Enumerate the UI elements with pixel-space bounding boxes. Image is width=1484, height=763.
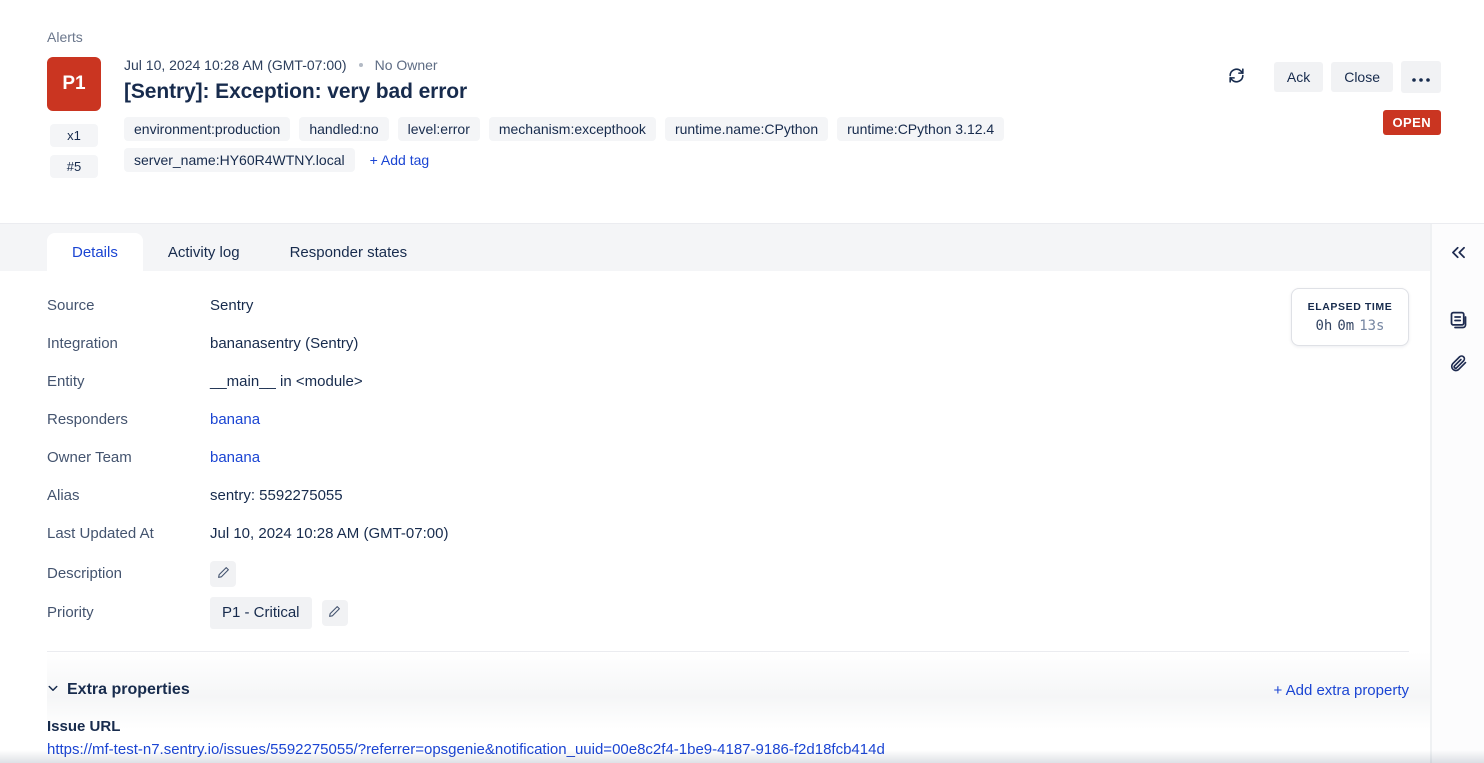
dot-separator-icon (359, 63, 363, 67)
elapsed-minutes: 0m (1337, 318, 1354, 334)
action-buttons-row: Ack Close (1221, 61, 1441, 93)
priority-badge-column: P1 x1 #5 (47, 57, 101, 178)
detail-row-description: Description (47, 561, 1430, 587)
issue-url-link[interactable]: https://mf-test-n7.sentry.io/issues/5592… (47, 741, 885, 758)
edit-description-button[interactable] (210, 561, 236, 587)
extra-properties-title: Extra properties (67, 681, 190, 699)
tag-chip[interactable]: handled:no (299, 117, 388, 141)
detail-row-owner-team: Owner Team banana (47, 447, 1430, 469)
tab-responder-states[interactable]: Responder states (265, 233, 433, 271)
priority-value-chip: P1 - Critical (210, 597, 312, 629)
paperclip-icon (1448, 353, 1468, 376)
alert-number-badge: #5 (50, 155, 98, 178)
elapsed-time-label: ELAPSED TIME (1308, 301, 1393, 313)
edit-priority-button[interactable] (322, 600, 348, 626)
refresh-icon (1227, 66, 1246, 88)
extra-properties-section: Extra properties + Add extra property Is… (47, 652, 1430, 759)
alert-actions: Ack Close OPEN (1221, 57, 1484, 178)
alert-title: [Sentry]: Exception: very bad error (124, 80, 1221, 104)
breadcrumb[interactable]: Alerts (47, 29, 1484, 45)
chevron-down-icon (47, 681, 59, 699)
field-label: Entity (47, 371, 210, 393)
detail-row-alias: Alias sentry: 5592275055 (47, 485, 1430, 507)
occurrence-count-badge: x1 (50, 124, 98, 147)
pencil-icon (328, 605, 341, 621)
responders-link[interactable]: banana (210, 409, 260, 431)
field-label: Alias (47, 485, 210, 507)
pencil-icon (217, 566, 230, 582)
alert-owner: No Owner (375, 57, 438, 73)
elapsed-hours: 0h (1315, 318, 1332, 334)
notes-icon (1448, 310, 1469, 334)
details-panel: ELAPSED TIME 0h 0m 13s Source Sentry Int… (0, 271, 1430, 763)
ack-button[interactable]: Ack (1274, 62, 1323, 92)
add-extra-property-link[interactable]: + Add extra property (1274, 682, 1410, 699)
main-area: Details Activity log Responder states EL… (0, 224, 1484, 763)
detail-row-entity: Entity __main__ in <module> (47, 371, 1430, 393)
header-main: P1 x1 #5 Jul 10, 2024 10:28 AM (GMT-07:0… (47, 57, 1484, 178)
elapsed-seconds: 13s (1359, 318, 1384, 334)
elapsed-time-value: 0h 0m 13s (1315, 318, 1384, 334)
close-button[interactable]: Close (1331, 62, 1393, 92)
field-label: Last Updated At (47, 523, 210, 545)
refresh-button[interactable] (1221, 61, 1253, 93)
double-chevron-left-icon (1449, 243, 1468, 265)
tag-list: environment:production handled:no level:… (124, 117, 1124, 172)
alert-header: Alerts P1 x1 #5 Jul 10, 2024 10:28 AM (G… (0, 0, 1484, 224)
tag-chip[interactable]: runtime.name:CPython (665, 117, 828, 141)
field-label: Owner Team (47, 447, 210, 469)
field-value: Sentry (210, 295, 253, 317)
priority-badge: P1 (47, 57, 101, 111)
collapse-panel-button[interactable] (1442, 238, 1474, 270)
field-label: Responders (47, 409, 210, 431)
right-rail (1430, 224, 1484, 763)
tag-chip[interactable]: mechanism:excepthook (489, 117, 656, 141)
tag-chip[interactable]: server_name:HY60R4WTNY.local (124, 148, 355, 172)
field-label: Priority (47, 602, 210, 624)
elapsed-time-card: ELAPSED TIME 0h 0m 13s (1291, 288, 1409, 346)
tag-chip[interactable]: level:error (398, 117, 480, 141)
add-tag-link[interactable]: + Add tag (370, 152, 430, 168)
alert-timestamp: Jul 10, 2024 10:28 AM (GMT-07:00) (124, 57, 347, 73)
field-value: sentry: 5592275055 (210, 485, 343, 507)
alert-title-column: Jul 10, 2024 10:28 AM (GMT-07:00) No Own… (124, 57, 1221, 178)
content-area: Details Activity log Responder states EL… (0, 224, 1430, 763)
detail-row-source: Source Sentry (47, 295, 1430, 317)
notes-button[interactable] (1442, 306, 1474, 338)
detail-row-priority: Priority P1 - Critical (47, 599, 1430, 627)
field-label: Description (47, 563, 210, 585)
issue-url-label: Issue URL (47, 718, 1409, 735)
attachments-button[interactable] (1442, 348, 1474, 380)
detail-row-responders: Responders banana (47, 409, 1430, 431)
more-actions-button[interactable] (1401, 61, 1441, 93)
tab-activity-log[interactable]: Activity log (143, 233, 265, 271)
tab-bar: Details Activity log Responder states (0, 224, 1430, 271)
detail-row-integration: Integration bananasentry (Sentry) (47, 333, 1430, 355)
field-value: __main__ in <module> (210, 371, 363, 393)
field-label: Source (47, 295, 210, 317)
extra-properties-toggle[interactable]: Extra properties (47, 681, 190, 699)
field-label: Integration (47, 333, 210, 355)
tab-details[interactable]: Details (47, 233, 143, 271)
alert-meta-row: Jul 10, 2024 10:28 AM (GMT-07:00) No Own… (124, 57, 1221, 73)
tag-chip[interactable]: environment:production (124, 117, 290, 141)
three-dots-icon (1412, 69, 1430, 85)
field-value: bananasentry (Sentry) (210, 333, 358, 355)
owner-team-link[interactable]: banana (210, 447, 260, 469)
field-value: Jul 10, 2024 10:28 AM (GMT-07:00) (210, 523, 448, 545)
status-badge: OPEN (1383, 110, 1441, 135)
detail-row-last-updated: Last Updated At Jul 10, 2024 10:28 AM (G… (47, 523, 1430, 545)
alert-details-page: Alerts P1 x1 #5 Jul 10, 2024 10:28 AM (G… (0, 0, 1484, 763)
extra-properties-header: Extra properties + Add extra property (47, 652, 1409, 699)
tag-chip[interactable]: runtime:CPython 3.12.4 (837, 117, 1004, 141)
